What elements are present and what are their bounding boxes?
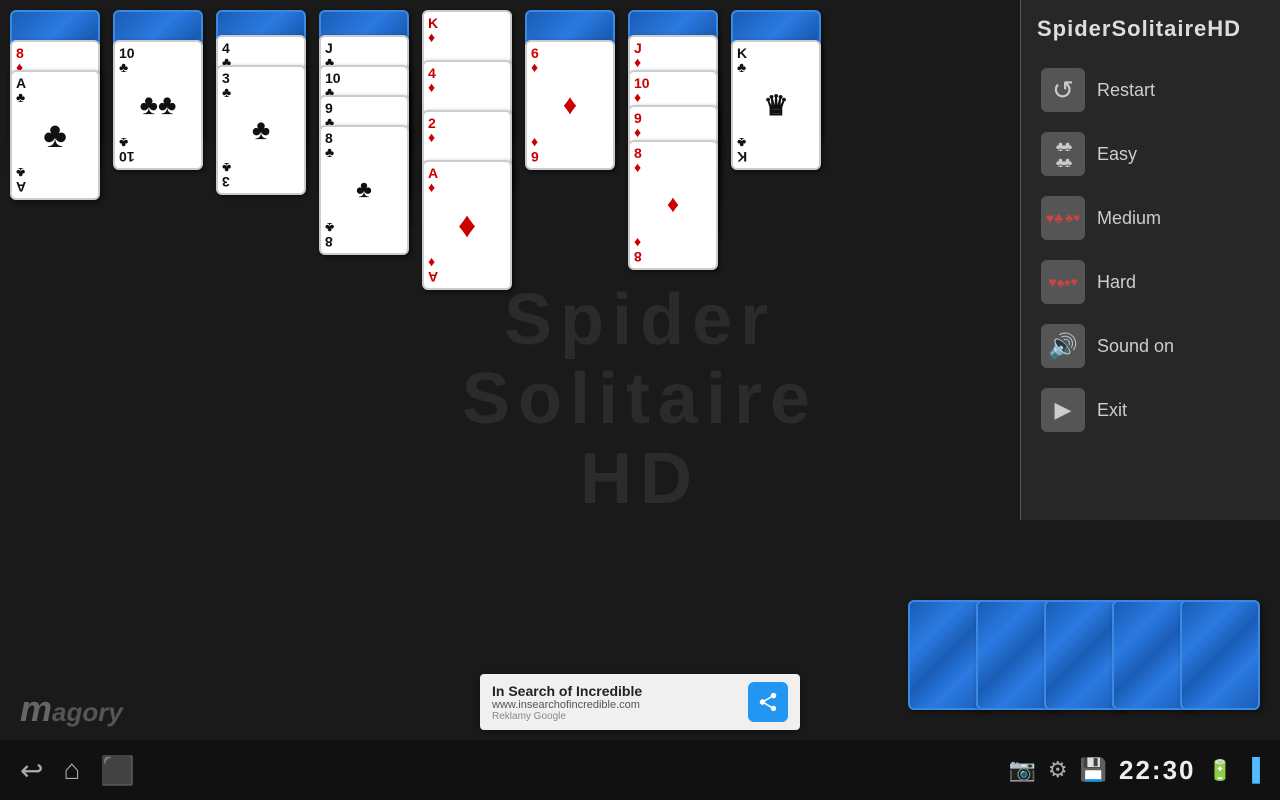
logo-text: magory [20, 696, 123, 727]
medium-label: Medium [1097, 208, 1161, 229]
restart-button[interactable]: ↺ Restart [1037, 62, 1264, 118]
recents-button[interactable]: ⬛ [100, 754, 135, 787]
sound-label: Sound on [1097, 336, 1174, 357]
battery-icon: 🔋 [1208, 758, 1233, 783]
card-column-2: 10♣ ♣♣ 10♣ [113, 10, 203, 140]
ad-title: In Search of Incredible [492, 683, 738, 699]
signal-icon: ▐ [1244, 757, 1260, 783]
card-8-clubs[interactable]: 8♣ ♣ 8♣ [319, 125, 409, 255]
screenshot-icon[interactable]: 📷 [1008, 757, 1035, 783]
exit-icon: ▶ [1041, 388, 1085, 432]
settings-icon[interactable]: ⚙ [1048, 757, 1068, 783]
card-3-clubs[interactable]: 3♣ ♣ 3♣ [216, 65, 306, 195]
easy-label: Easy [1097, 144, 1137, 165]
card-column-8: K♣ ♛ K♣ [731, 10, 821, 140]
card-column-5: K♦ ♛ K♦ 4♦ ♦ 4♦ 2♦ ♦♦ 2♦ A♦ ♦ A♦ [422, 10, 512, 140]
hard-icon: ♥♠♠♥ [1041, 260, 1085, 304]
sound-button[interactable]: 🔊 Sound on [1037, 318, 1264, 374]
easy-button[interactable]: ♣♣♣♣ Easy [1037, 126, 1264, 182]
card-10-clubs[interactable]: 10♣ ♣♣ 10♣ [113, 40, 203, 170]
card-column-1: 8♦ ♦ 8♦ A♣ ♣ A♣ [10, 10, 105, 140]
hard-label: Hard [1097, 272, 1136, 293]
status-bar: 📷 ⚙ 💾 22:30 🔋 ▐ [1008, 755, 1260, 786]
ad-source: Reklamy Google [492, 711, 738, 722]
card-column-7: J♦ J♦ J♦ 10♦ ♦♦ 10♦ 9♦ ♦ 9♦ 8♦ ♦ 8♦ [628, 10, 718, 140]
exit-button[interactable]: ▶ Exit [1037, 382, 1264, 438]
medium-icon: ♥♣♣♥ [1041, 196, 1085, 240]
exit-label: Exit [1097, 400, 1127, 421]
bottom-bar: ↩ ⌂ ⬛ 📷 ⚙ 💾 22:30 🔋 ▐ [0, 740, 1280, 800]
card-a-diamonds[interactable]: A♦ ♦ A♦ [422, 160, 512, 290]
storage-icon[interactable]: 💾 [1080, 757, 1107, 783]
stock-pile[interactable] [908, 600, 1260, 710]
nav-buttons: ↩ ⌂ ⬛ [20, 754, 135, 787]
easy-icon: ♣♣♣♣ [1041, 132, 1085, 176]
card-k-clubs[interactable]: K♣ ♛ K♣ [731, 40, 821, 170]
restart-icon: ↺ [1041, 68, 1085, 112]
ad-content: In Search of Incredible www.insearchofin… [492, 683, 738, 722]
card-a-clubs[interactable]: A♣ ♣ A♣ [10, 70, 100, 200]
card-column-6: 6♦ ♦ 6♦ [525, 10, 615, 140]
logo: magory [20, 688, 123, 730]
sidebar: SpiderSolitaireHD ↺ Restart ♣♣♣♣ Easy ♥♣… [1020, 0, 1280, 520]
card-8-diamonds-2[interactable]: 8♦ ♦ 8♦ [628, 140, 718, 270]
card-column-4: J♣ J♣ J♣ 10♣ ♣♣ 10♣ 9♣ ♣ 9♣ 8♣ ♣ 8♣ [319, 10, 409, 140]
restart-label: Restart [1097, 80, 1155, 101]
home-button[interactable]: ⌂ [63, 754, 80, 786]
app-title: SpiderSolitaireHD [1037, 16, 1264, 42]
ad-share-button[interactable] [748, 682, 788, 722]
back-button[interactable]: ↩ [20, 754, 43, 787]
clock: 22:30 [1119, 755, 1196, 786]
stock-card-5[interactable] [1180, 600, 1260, 710]
medium-button[interactable]: ♥♣♣♥ Medium [1037, 190, 1264, 246]
sound-icon: 🔊 [1041, 324, 1085, 368]
hard-button[interactable]: ♥♠♠♥ Hard [1037, 254, 1264, 310]
ad-url: www.insearchofincredible.com [492, 699, 738, 711]
card-6-diamonds[interactable]: 6♦ ♦ 6♦ [525, 40, 615, 170]
card-column-3: 4♣ ♣ 4♣ 3♣ ♣ 3♣ [216, 10, 306, 140]
ad-banner[interactable]: In Search of Incredible www.insearchofin… [480, 674, 800, 730]
